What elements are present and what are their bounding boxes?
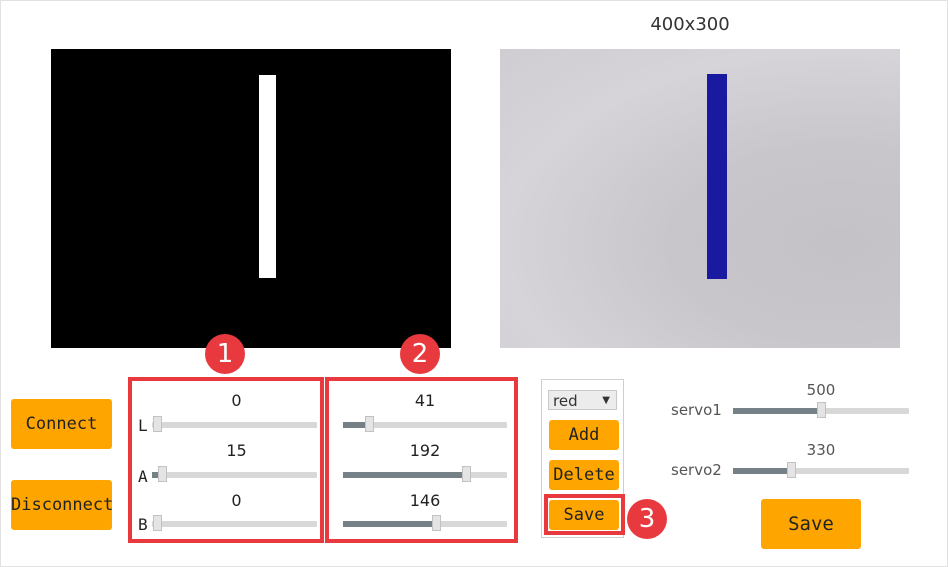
slider-thumb[interactable] — [787, 462, 797, 478]
connect-button[interactable]: Connect — [11, 399, 112, 449]
mask-preview-image — [51, 49, 451, 348]
save-servo-button[interactable]: Save — [761, 499, 861, 549]
delete-color-button[interactable]: Delete — [549, 460, 619, 490]
slider-thumb[interactable] — [817, 402, 826, 418]
highlight-box-save — [544, 494, 625, 535]
servo1-value: 500 — [806, 381, 836, 399]
mask-detected-region — [259, 75, 276, 278]
color-select[interactable]: red ▼ — [548, 390, 617, 410]
highlight-box-max-sliders — [325, 377, 518, 543]
camera-detected-object — [707, 74, 727, 279]
chevron-down-icon: ▼ — [602, 395, 610, 406]
add-color-button[interactable]: Add — [549, 420, 619, 450]
badge-2: 2 — [400, 334, 440, 374]
slider-fill — [733, 468, 792, 474]
servo1-slider[interactable] — [733, 402, 909, 418]
highlight-box-min-sliders — [128, 377, 324, 543]
color-select-value: red — [553, 392, 578, 410]
servo1-label: servo1 — [671, 401, 722, 419]
resolution-label: 400x300 — [650, 14, 730, 35]
servo2-slider[interactable] — [733, 462, 909, 478]
camera-preview-image — [500, 49, 900, 348]
slider-fill — [733, 408, 821, 414]
disconnect-button[interactable]: Disconnect — [11, 480, 113, 530]
badge-1: 1 — [205, 334, 245, 374]
servo2-label: servo2 — [671, 461, 722, 479]
badge-3: 3 — [627, 499, 667, 539]
servo2-value: 330 — [806, 441, 836, 459]
